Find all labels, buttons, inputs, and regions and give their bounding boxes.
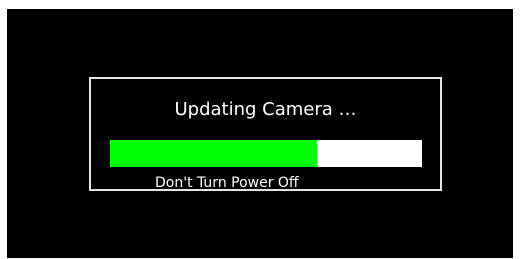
progress-bar [110,140,422,167]
update-dialog: Updating Camera … Don't Turn Power Off [89,77,442,191]
camera-screen: Updating Camera … Don't Turn Power Off [7,9,513,258]
progress-bar-fill [110,140,318,167]
update-title: Updating Camera … [174,99,357,120]
power-warning: Don't Turn Power Off [155,175,299,191]
